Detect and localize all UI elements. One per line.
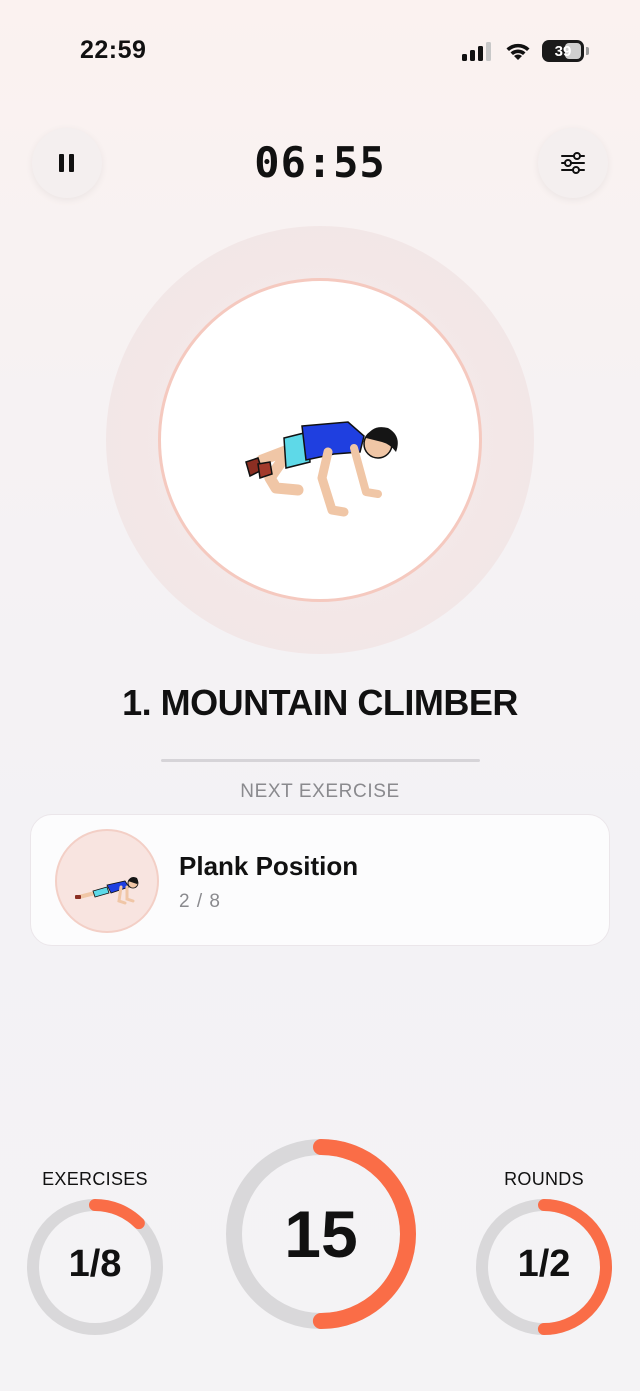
next-exercise-name: Plank Position <box>179 851 359 881</box>
status-time: 22:59 <box>80 36 147 64</box>
cellular-signal-icon <box>462 42 491 61</box>
wifi-icon <box>506 43 530 60</box>
divider <box>161 759 480 762</box>
sliders-icon <box>561 152 585 174</box>
rounds-label: ROUNDS <box>504 1169 584 1189</box>
next-exercise-label: NEXT EXERCISE <box>240 781 400 802</box>
rounds-count: 1/2 <box>517 1243 571 1285</box>
status-bar: 22:59 39 <box>0 0 640 100</box>
status-icons: 39 <box>462 40 589 62</box>
next-exercise-position: 2 / 8 <box>179 891 221 912</box>
exercises-label: EXERCISES <box>42 1169 148 1189</box>
battery-icon: 39 <box>542 40 589 62</box>
mountain-climber-illustration <box>245 421 398 517</box>
next-exercise-thumbnail <box>55 829 159 933</box>
plank-illustration <box>75 877 139 905</box>
current-exercise-title: 1. MOUNTAIN CLIMBER <box>122 682 518 723</box>
exercises-count: 1/8 <box>68 1243 122 1285</box>
next-exercise-card[interactable]: Plank Position 2 / 8 <box>30 814 610 946</box>
settings-button[interactable] <box>538 128 608 198</box>
countdown-seconds: 15 <box>284 1197 358 1271</box>
battery-level: 39 <box>554 42 572 60</box>
